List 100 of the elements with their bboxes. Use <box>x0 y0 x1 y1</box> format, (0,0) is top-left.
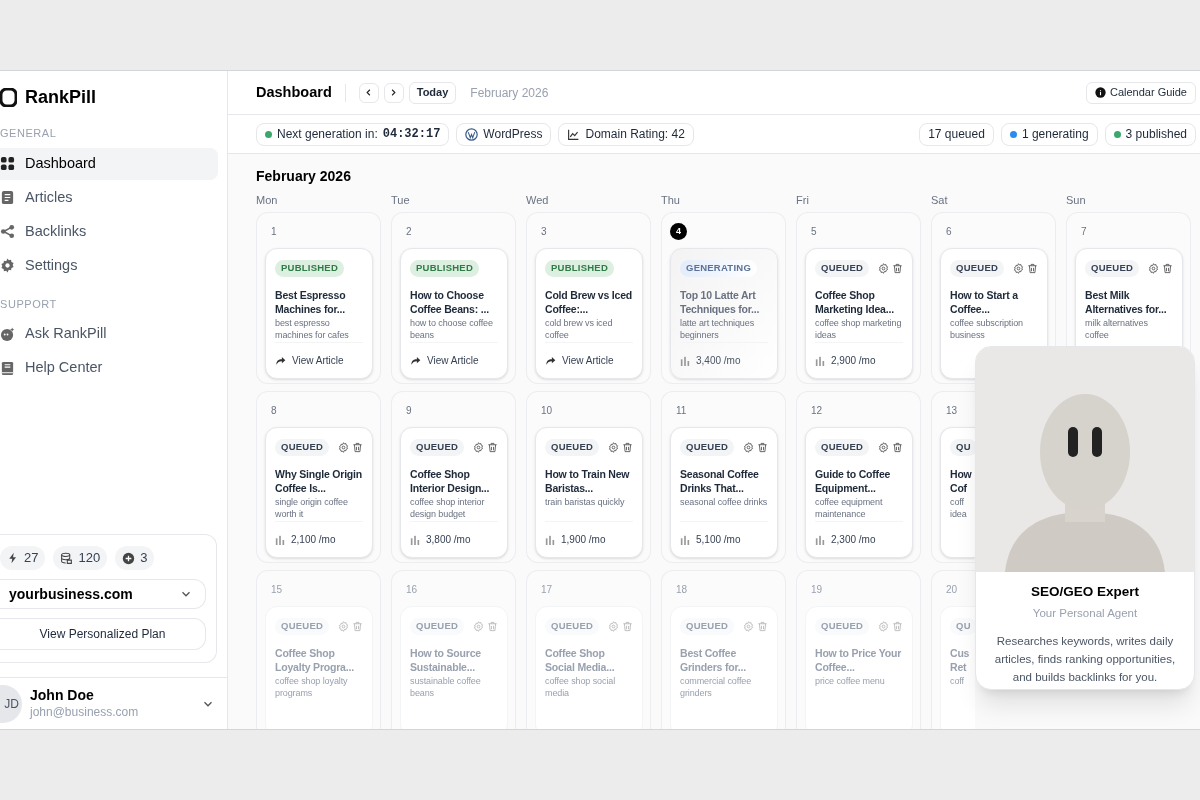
day-number: 8 <box>270 404 278 418</box>
settings-icon <box>878 263 889 274</box>
delete-button[interactable] <box>757 442 768 453</box>
article-keyword: coffee shop loyalty programs <box>275 676 349 699</box>
pill-label: Domain Rating: 42 <box>585 126 685 143</box>
article-card[interactable]: QUEUED Coffee Shop Interior Design... coffee shop interior design budget 3,800 /mo <box>400 427 508 558</box>
article-card[interactable]: QUEUED Coffee Shop Marketing Idea... coffee shop marketing ideas 2,900 /mo <box>805 248 913 379</box>
grid-icon <box>0 156 15 171</box>
article-title: Cus Ret <box>950 647 971 674</box>
delete-button[interactable] <box>892 442 903 453</box>
trash-icon <box>622 442 633 453</box>
day-number: 17 <box>540 583 554 597</box>
article-card[interactable]: QUEUED Why Single Origin Coffee Is... single origin coffee worth it 2,100 /mo <box>265 427 373 558</box>
settings-button[interactable] <box>878 263 889 274</box>
bar-chart-icon <box>275 534 285 545</box>
wordpress-icon <box>465 127 479 141</box>
share-arrow-icon <box>545 355 556 366</box>
delete-button[interactable] <box>1162 263 1173 274</box>
credit-badge: 3 <box>115 546 155 570</box>
previous-button[interactable] <box>358 82 379 103</box>
article-card[interactable]: PUBLISHED Cold Brew vs Iced Coffee:... cold brew vs iced coffee View Article <box>535 248 643 379</box>
trash-icon <box>892 263 903 274</box>
lightning-icon <box>7 552 19 564</box>
next-button[interactable] <box>383 82 404 103</box>
delete-button[interactable] <box>1027 263 1038 274</box>
status-badge: QUEUED <box>275 618 330 635</box>
calendar-guide-button[interactable]: Calendar Guide <box>1085 81 1196 104</box>
article-title: Best Coffee Grinders for... <box>680 647 747 674</box>
delete-button[interactable] <box>622 442 633 453</box>
settings-button[interactable] <box>878 442 889 453</box>
view-article-link[interactable]: View Article <box>410 353 479 368</box>
trash-icon <box>1027 263 1038 274</box>
day-number: 2 <box>405 225 413 239</box>
article-card[interactable]: PUBLISHED Best Espresso Machines for... best espresso machines for cafes View Article <box>265 248 373 379</box>
settings-icon <box>878 621 889 632</box>
status-badge: QUEUED <box>545 618 600 635</box>
settings-button[interactable] <box>1013 263 1024 274</box>
weekday-label: Fri <box>796 194 809 206</box>
status-badge: QUEUED <box>815 260 870 277</box>
sidebar-item[interactable]: Ask RankPill <box>0 318 218 350</box>
trash-icon <box>757 621 768 632</box>
settings-button[interactable] <box>473 442 484 453</box>
settings-icon <box>743 442 754 453</box>
article-card[interactable]: QU How Cof coff idea <box>940 427 975 558</box>
section-heading: SUPPORT <box>0 296 58 312</box>
day-number: 6 <box>945 225 953 239</box>
article-keyword: commercial coffee grinders <box>680 676 753 699</box>
trash-icon <box>487 442 498 453</box>
delete-button[interactable] <box>487 442 498 453</box>
bar-chart-icon <box>680 355 690 366</box>
article-keyword: coff <box>950 676 965 688</box>
settings-button[interactable] <box>1148 263 1159 274</box>
day-number: 3 <box>540 225 548 239</box>
settings-button[interactable] <box>743 442 754 453</box>
day-number: 7 <box>1080 225 1088 239</box>
status-badge: QUEUED <box>680 618 735 635</box>
sidebar-item[interactable]: Backlinks <box>0 215 218 248</box>
delete-button[interactable] <box>352 442 363 453</box>
article-card[interactable]: QUEUED Seasonal Coffee Drinks That... seasonal coffee drinks 5,100 /mo <box>670 427 778 558</box>
day-number: 15 <box>270 583 284 597</box>
article-card[interactable]: QUEUED Guide to Coffee Equipment... coffee equipment maintenance 2,300 /mo <box>805 427 913 558</box>
day-number: 1 <box>270 225 278 239</box>
article-title: Coffee Shop Interior Design... <box>410 468 491 495</box>
trash-icon <box>892 621 903 632</box>
status-badge: GENERATING <box>680 260 757 277</box>
article-title: How to Choose Coffee Beans: ... <box>410 289 490 316</box>
article-card[interactable]: GENERATING Top 10 Latte Art Techniques for... latte art techniques beginners 3,400 /mo <box>670 248 778 379</box>
plan-button[interactable]: View Personalized Plan <box>0 618 206 650</box>
article-title: How to Train New Baristas... <box>545 468 631 495</box>
day-number: 20 <box>945 583 959 597</box>
sidebar-item[interactable]: Dashboard <box>0 147 218 180</box>
settings-button[interactable] <box>608 442 619 453</box>
article-title: Best Milk Alternatives for... <box>1085 289 1168 316</box>
bar-chart-icon <box>680 534 690 545</box>
plus-circle-icon <box>122 551 136 565</box>
sidebar-item[interactable]: Articles <box>0 181 218 214</box>
today-button[interactable]: Today <box>408 81 457 104</box>
article-card[interactable]: QUEUED How to Train New Baristas... train baristas quickly 1,900 /mo <box>535 427 643 558</box>
sidebar-item[interactable]: Settings <box>0 249 218 282</box>
status-badge: QUEUED <box>950 260 1005 277</box>
article-title: How to Price Your Coffee... <box>815 647 903 674</box>
settings-icon <box>878 442 889 453</box>
article-card[interactable]: PUBLISHED How to Choose Coffee Beans: ... how to choose coffee beans View Article <box>400 248 508 379</box>
weekday-label: Sun <box>1066 194 1086 206</box>
search-volume: 2,100 /mo <box>291 533 336 547</box>
status-badge: PUBLISHED <box>410 260 480 277</box>
settings-button[interactable] <box>338 442 349 453</box>
sidebar-item[interactable]: Help Center <box>0 352 218 384</box>
view-article-link[interactable]: View Article <box>275 353 344 368</box>
view-article-link[interactable]: View Article <box>545 353 614 368</box>
article-keyword: coffee equipment maintenance <box>815 497 884 520</box>
trash-icon <box>892 442 903 453</box>
weekday-label: Thu <box>661 194 680 206</box>
delete-button[interactable] <box>892 263 903 274</box>
status-badge: PUBLISHED <box>275 260 345 277</box>
site-select[interactable]: yourbusiness.com <box>0 579 206 609</box>
section-heading: GENERAL <box>0 126 58 141</box>
article-keyword: coffee shop interior design budget <box>410 497 486 520</box>
day-number: 18 <box>675 583 689 597</box>
article-keyword: how to choose coffee beans <box>410 318 494 341</box>
